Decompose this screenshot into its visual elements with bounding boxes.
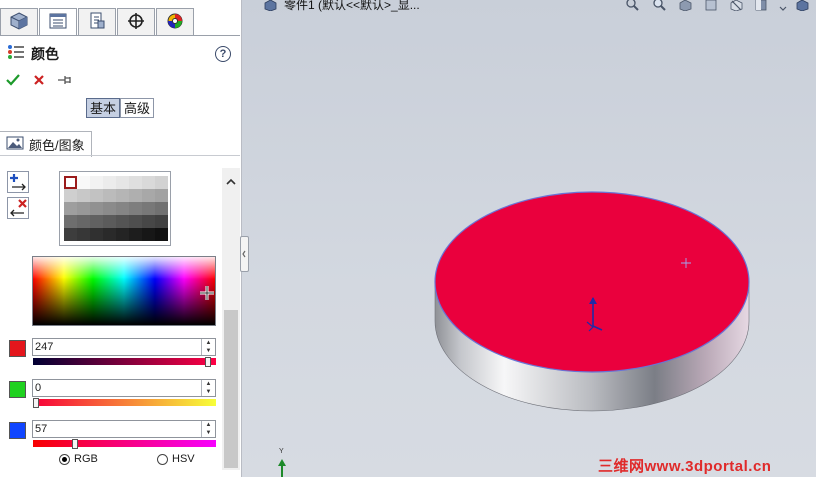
swatch-cell[interactable] <box>77 228 90 241</box>
swatch-cell[interactable] <box>129 228 142 241</box>
swatch-cell[interactable] <box>116 189 129 202</box>
help-icon[interactable]: ? <box>215 46 231 62</box>
green-channel-swatch <box>9 381 26 398</box>
swatch-cell[interactable] <box>64 189 77 202</box>
swatch-cell[interactable] <box>142 189 155 202</box>
swatch-grid[interactable] <box>64 176 168 241</box>
property-manager-panel: 颜色 ? 基本 高级 颜色/图象 247 ▲ ▼ 0 ▲ ▼ 57 ▲ ▼ RGB HSV <box>0 0 242 477</box>
swatch-cell[interactable] <box>90 215 103 228</box>
red-value-text: 247 <box>35 341 54 353</box>
image-icon <box>6 136 24 153</box>
tab-display-manager[interactable] <box>156 8 194 35</box>
swatch-cell[interactable] <box>129 189 142 202</box>
green-spinner[interactable]: ▲ ▼ <box>201 380 215 396</box>
swatch-cell[interactable] <box>142 202 155 215</box>
tab-property-manager[interactable] <box>39 8 77 36</box>
swatch-cell[interactable] <box>77 202 90 215</box>
crosshair-cursor-icon <box>199 285 215 304</box>
swatch-cell[interactable] <box>155 228 168 241</box>
hsv-radio[interactable] <box>157 454 168 465</box>
swatch-cell[interactable] <box>129 202 142 215</box>
swatch-cell[interactable] <box>129 176 142 189</box>
swatch-cell[interactable] <box>129 215 142 228</box>
watermark: 三维网www.3dportal.cn <box>598 458 772 475</box>
triad-y-label: Y <box>279 448 284 455</box>
color-image-group-title: 颜色/图象 <box>29 138 85 153</box>
part-model[interactable] <box>242 0 816 477</box>
close-icon[interactable] <box>33 74 45 89</box>
swatch-cell[interactable] <box>142 215 155 228</box>
green-value-text: 0 <box>35 382 42 394</box>
swatch-cell[interactable] <box>116 202 129 215</box>
swatch-cell[interactable] <box>103 189 116 202</box>
swatch-cell[interactable] <box>64 202 77 215</box>
green-value-field[interactable]: 0 ▲ ▼ <box>32 379 216 397</box>
swatch-cell[interactable] <box>77 215 90 228</box>
rgb-radio[interactable] <box>59 454 70 465</box>
spectrum-highlight <box>33 257 215 279</box>
swatch-palette[interactable] <box>59 171 171 246</box>
green-slider-thumb[interactable] <box>33 398 39 408</box>
red-spinner[interactable]: ▲ ▼ <box>201 339 215 355</box>
advanced-mode-button[interactable]: 高级 <box>120 98 155 118</box>
tab-dimxpert-manager[interactable] <box>117 8 155 35</box>
swatch-cell[interactable] <box>77 189 90 202</box>
cylinder-top-face[interactable] <box>434 191 750 373</box>
swatch-cell[interactable] <box>90 202 103 215</box>
swatch-cell[interactable] <box>116 215 129 228</box>
part-cube-icon <box>9 11 29 33</box>
page-title: 颜色 <box>31 46 59 62</box>
swatch-cell[interactable] <box>90 176 103 189</box>
red-value-field[interactable]: 247 ▲ ▼ <box>32 338 216 356</box>
red-slider-thumb[interactable] <box>205 357 211 367</box>
swatch-cell[interactable] <box>155 202 168 215</box>
color-wheel-icon <box>165 12 185 33</box>
tab-configuration-manager[interactable] <box>78 8 116 35</box>
remove-swatch-button[interactable] <box>7 197 29 219</box>
swatch-cell[interactable] <box>155 176 168 189</box>
blue-slider-track[interactable] <box>33 440 216 447</box>
red-slider-track[interactable] <box>33 358 216 365</box>
swatch-cell[interactable] <box>90 228 103 241</box>
swatch-cell[interactable] <box>90 189 103 202</box>
swatch-cell[interactable] <box>103 202 116 215</box>
swatch-cell[interactable] <box>142 176 155 189</box>
blue-spinner[interactable]: ▲ ▼ <box>201 421 215 437</box>
add-swatch-button[interactable] <box>7 171 29 193</box>
blue-value-text: 57 <box>35 423 48 435</box>
swatch-cell[interactable] <box>103 176 116 189</box>
swatch-cell[interactable] <box>155 215 168 228</box>
group-divider <box>0 155 240 156</box>
chevron-up-icon[interactable] <box>226 174 236 188</box>
swatch-cell-selected[interactable] <box>64 176 77 189</box>
property-list-icon <box>48 12 68 33</box>
basic-mode-button[interactable]: 基本 <box>86 98 121 118</box>
configuration-icon <box>87 12 107 33</box>
swatch-cell[interactable] <box>64 215 77 228</box>
swatch-cell[interactable] <box>116 176 129 189</box>
swatch-cell[interactable] <box>103 215 116 228</box>
blue-value-field[interactable]: 57 ▲ ▼ <box>32 420 216 438</box>
tab-feature-manager[interactable] <box>0 8 38 35</box>
crosshair-icon <box>126 12 146 33</box>
swatch-cell[interactable] <box>155 189 168 202</box>
view-triad-icon <box>278 459 286 477</box>
color-list-icon <box>7 44 25 63</box>
red-channel-swatch <box>9 340 26 357</box>
rgb-radio-label[interactable]: RGB <box>74 453 98 465</box>
swatch-cell[interactable] <box>116 228 129 241</box>
blue-slider-thumb[interactable] <box>72 439 78 449</box>
swatch-cell[interactable] <box>77 176 90 189</box>
tab-strip-divider <box>0 35 240 36</box>
hsv-radio-label[interactable]: HSV <box>172 453 195 465</box>
check-icon[interactable] <box>6 73 20 90</box>
pushpin-icon[interactable] <box>57 73 73 90</box>
swatch-cell[interactable] <box>103 228 116 241</box>
swatch-cell[interactable] <box>64 228 77 241</box>
blue-channel-swatch <box>9 422 26 439</box>
scrollbar-thumb[interactable] <box>224 310 238 468</box>
swatch-cell[interactable] <box>142 228 155 241</box>
green-slider-track[interactable] <box>33 399 216 406</box>
